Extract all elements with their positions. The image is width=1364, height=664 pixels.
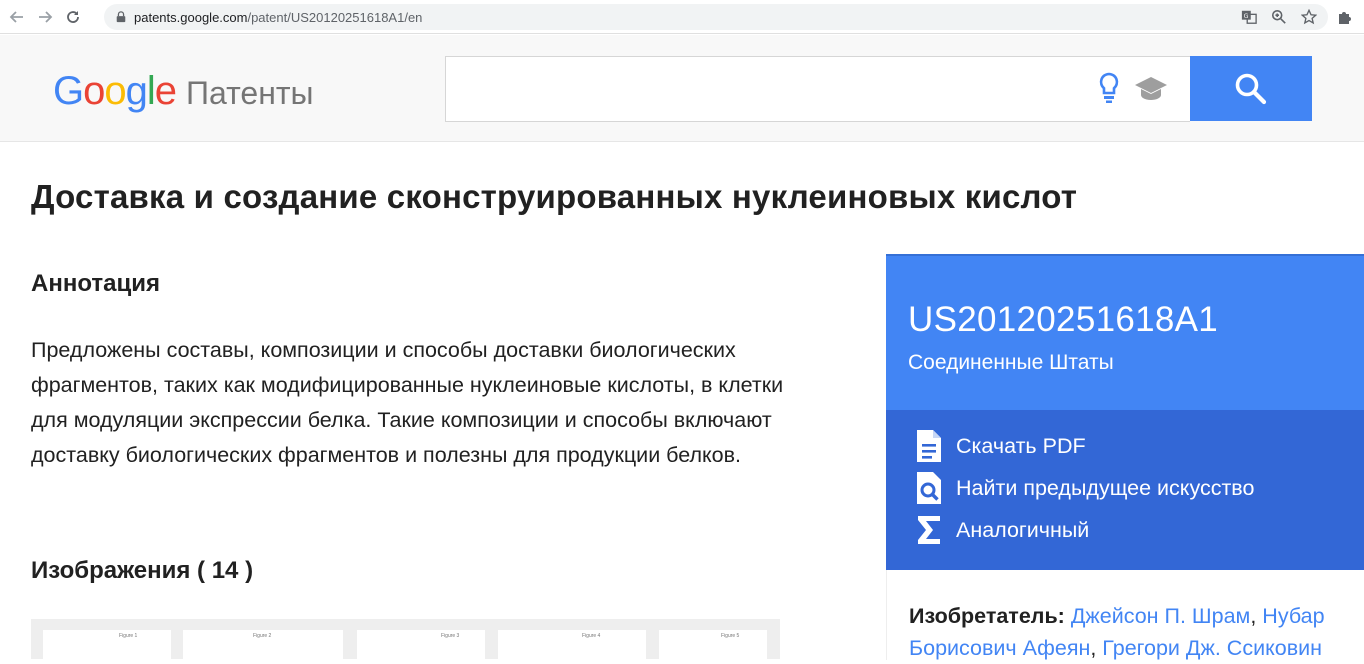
search-input[interactable]: [456, 67, 1076, 111]
image-thumbnail[interactable]: Figure 2: [183, 630, 343, 660]
logo-letter: o: [104, 69, 126, 113]
inventors: Изобретатель: Джейсон П. Шрам, Нубар Бор…: [909, 604, 1325, 660]
image-thumbnails-strip: Figure 1 Figure 2 Figure 3 Figure 4 Figu…: [31, 619, 780, 660]
page-title: Доставка и создание сконструированных ну…: [31, 178, 1078, 215]
similar-action[interactable]: Аналогичный: [914, 512, 1089, 548]
thumbnail-label: Figure 3: [441, 633, 460, 639]
thumbnail-label: Figure 1: [119, 633, 138, 639]
panel-header: US20120251618A1 Соединенные Штаты: [886, 254, 1364, 410]
url-text[interactable]: patents.google.com/patent/US20120251618A…: [134, 10, 422, 25]
panel-details: Изобретатель: Джейсон П. Шрам, Нубар Бор…: [886, 570, 1364, 660]
search-button[interactable]: [1190, 56, 1312, 121]
action-label: Аналогичный: [956, 517, 1090, 542]
back-arrow-icon[interactable]: [6, 6, 28, 28]
image-thumbnail[interactable]: Figure 4: [498, 630, 646, 660]
logo-letter: G: [53, 69, 84, 113]
patent-info-panel: US20120251618A1 Соединенные Штаты Скачат…: [886, 254, 1364, 660]
pdf-document-icon: [917, 430, 941, 462]
thumbnail-label: Figure 4: [582, 633, 601, 639]
abstract-heading: Аннотация: [31, 270, 160, 297]
patents-header: Google Патенты: [0, 35, 1364, 142]
search-icon: [1235, 73, 1267, 104]
forward-arrow-icon[interactable]: [34, 6, 56, 28]
extensions-puzzle-icon[interactable]: [1336, 8, 1354, 26]
url-host: patents.google.com: [134, 9, 248, 25]
images-heading: Изображения ( 14 ): [31, 557, 254, 584]
image-thumbnail[interactable]: Figure 5: [659, 630, 767, 660]
bookmark-star-icon[interactable]: [1300, 8, 1318, 26]
search-box: [445, 56, 1190, 122]
download-pdf-action[interactable]: Скачать PDF: [914, 428, 1086, 464]
logo-letter: l: [146, 69, 156, 113]
sigma-similar-icon: [918, 516, 940, 544]
inventor-label: Изобретатель:: [909, 604, 1065, 628]
inventor-link[interactable]: Нубар: [1262, 604, 1324, 628]
inventor-link[interactable]: Грегори Дж. Ссиковин: [1102, 636, 1322, 660]
image-thumbnail[interactable]: Figure 1: [43, 630, 171, 660]
google-patents-logo[interactable]: Google Патенты: [53, 69, 314, 114]
lightbulb-icon[interactable]: [1096, 71, 1122, 105]
url-path: /patent/US20120251618A1/en: [247, 9, 423, 25]
country: Соединенные Штаты: [908, 351, 1114, 374]
image-thumbnail[interactable]: Figure 3: [357, 630, 485, 660]
logo-letter: o: [83, 69, 105, 113]
zoom-icon[interactable]: [1270, 8, 1288, 26]
publication-number: US20120251618A1: [908, 300, 1219, 339]
browser-toolbar: patents.google.com/patent/US20120251618A…: [0, 0, 1364, 34]
action-label: Скачать PDF: [956, 433, 1086, 458]
inventor-link[interactable]: Джейсон П. Шрам: [1071, 604, 1251, 628]
action-label: Найти предыдущее искусство: [956, 475, 1255, 500]
find-prior-art-action[interactable]: Найти предыдущее искусство: [914, 470, 1254, 506]
thumbnail-label: Figure 5: [721, 633, 740, 639]
svg-text:G: G: [1244, 13, 1249, 20]
address-bar[interactable]: patents.google.com/patent/US20120251618A…: [104, 4, 1328, 30]
abstract-text: Предложены составы, композиции и способы…: [31, 338, 784, 467]
logo-letter: g: [125, 69, 148, 113]
thumbnail-label: Figure 2: [253, 633, 272, 639]
scholar-cap-icon[interactable]: [1134, 73, 1168, 103]
prior-art-search-icon: [917, 472, 941, 504]
lock-icon[interactable]: [114, 10, 128, 24]
reload-icon[interactable]: [62, 6, 84, 28]
inventor-link[interactable]: Борисович Афеян: [909, 636, 1090, 660]
panel-actions: Скачать PDF Найти предыдущее искусство А…: [886, 410, 1364, 570]
translate-icon[interactable]: G: [1240, 8, 1258, 26]
logo-letter: e: [154, 69, 177, 113]
product-name: Патенты: [186, 75, 314, 111]
